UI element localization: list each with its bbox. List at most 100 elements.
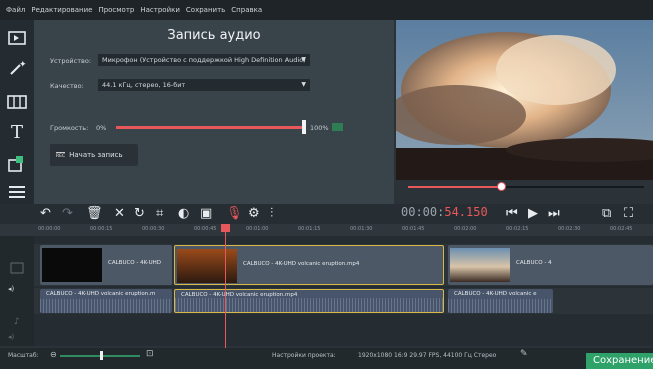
menu-edit[interactable]: Редактирование <box>31 6 92 14</box>
video-track-icon <box>10 262 24 274</box>
save-button[interactable]: Сохранение <box>586 353 653 369</box>
left-toolbar: ✦ T <box>0 20 34 204</box>
export-frame-icon[interactable]: ⧉ <box>602 206 611 221</box>
menu-view[interactable]: Просмотр <box>98 6 134 14</box>
ruler-tick: 00:02:30 <box>558 226 581 232</box>
video-preview <box>396 20 653 180</box>
ruler-tick: 00:01:30 <box>350 226 373 232</box>
chevron-down-icon: ▼ <box>301 81 306 88</box>
ruler-tick: 00:01:00 <box>246 226 269 232</box>
svg-text:✦: ✦ <box>19 60 26 70</box>
device-value: Микрофон (Устройство с поддержкой High D… <box>102 56 306 64</box>
fullscreen-icon[interactable]: ⛶ <box>624 206 633 221</box>
ruler-tick: 00:00:00 <box>38 226 61 232</box>
audio-clip-label: CALBUCO - 4K-UHD volcanic e <box>454 291 537 297</box>
magic-wand-icon[interactable]: ✦ <box>6 58 28 78</box>
color-adjust-icon[interactable]: ◐ <box>178 206 189 221</box>
seek-handle[interactable] <box>497 182 506 191</box>
audio-track[interactable]: CALBUCO - 4K-UHD volcanic eruption.m CAL… <box>34 288 653 314</box>
gear-icon[interactable]: ⚙ <box>248 206 260 221</box>
video-clip-selected[interactable]: CALBUCO - 4K-UHD volcanic eruption.mp4 <box>174 245 444 285</box>
edit-toolbar: ↶ ↷ 🗑 ✕ ↻ ⌗ ◐ ▣ 🎙 ⚙ ⫶ ⏮ ▶ ⏭ ⧉ ⛶ <box>0 204 653 224</box>
audio-waveform <box>40 299 172 313</box>
device-select[interactable]: Микрофон (Устройство с поддержкой High D… <box>98 54 310 66</box>
skip-back-icon[interactable]: ⏮ <box>506 206 518 221</box>
menu-bar: Файл Редактирование Просмотр Настройки С… <box>0 0 653 20</box>
device-label: Устройство: <box>50 57 92 65</box>
audio-clip-label: CALBUCO - 4K-UHD volcanic eruption.mp4 <box>181 292 298 298</box>
ruler-tick: 00:02:15 <box>506 226 529 232</box>
microphone-icon[interactable]: 🎙 <box>226 206 243 221</box>
audio-record-panel: Запись аудио Устройство: Микрофон (Устро… <box>34 20 394 204</box>
project-settings-value: 1920x1080 16:9 29.97 FPS, 44100 Гц Стере… <box>358 352 497 359</box>
chevron-down-icon: ▼ <box>301 56 306 63</box>
clip-label: CALBUCO - 4 <box>516 260 552 266</box>
stickers-icon[interactable] <box>6 153 28 173</box>
video-clip[interactable]: CALBUCO - 4K-UHD <box>40 245 172 285</box>
clip-thumbnail <box>450 248 510 282</box>
audio-clip-selected[interactable]: CALBUCO - 4K-UHD volcanic eruption.mp4 <box>174 289 444 313</box>
clip-label: CALBUCO - 4K-UHD <box>108 260 162 266</box>
start-recording-button[interactable]: REC Начать запись <box>50 144 138 166</box>
undo-icon[interactable]: ↶ <box>40 206 51 221</box>
start-recording-label: Начать запись <box>69 151 123 159</box>
volume-slider[interactable] <box>116 126 304 129</box>
video-volume-icon: ◂) <box>8 285 15 293</box>
transitions-icon[interactable] <box>6 92 28 112</box>
project-settings-label: Настройки проекта: <box>272 352 336 359</box>
audio-clip[interactable]: CALBUCO - 4K-UHD volcanic e <box>448 289 553 313</box>
seek-progress <box>408 186 500 188</box>
zoom-slider-handle[interactable] <box>100 351 103 360</box>
audio-waveform <box>448 299 553 313</box>
delete-icon[interactable]: 🗑 <box>86 206 103 221</box>
panel-title: Запись аудио <box>167 28 261 43</box>
video-track[interactable]: CALBUCO - 4K-UHD CALBUCO - 4K-UHD volcan… <box>34 244 653 286</box>
import-icon[interactable] <box>6 28 28 48</box>
track-headers: ◂) ♪ ◂) <box>0 236 34 346</box>
audio-clip-label: CALBUCO - 4K-UHD volcanic eruption.m <box>46 291 156 297</box>
rotate-icon[interactable]: ↻ <box>134 206 145 221</box>
equalizer-icon[interactable]: ⫶ <box>270 206 273 221</box>
ruler-tick: 00:00:45 <box>194 226 217 232</box>
zoom-label: Масштаб: <box>8 352 39 359</box>
audio-volume-icon: ◂) <box>8 333 15 341</box>
volume-max: 100% <box>310 124 329 132</box>
more-icon[interactable] <box>6 182 28 202</box>
menu-file[interactable]: Файл <box>6 6 25 14</box>
pencil-icon[interactable]: ✎ <box>520 349 528 359</box>
volume-slider-handle[interactable] <box>302 120 306 134</box>
timecode-ms: 54.150 <box>444 205 488 219</box>
music-track-icon: ♪ <box>14 317 20 327</box>
audio-clip[interactable]: CALBUCO - 4K-UHD volcanic eruption.m <box>40 289 172 313</box>
zoom-out-icon[interactable]: ⊖ <box>50 350 57 359</box>
cut-icon[interactable]: ✕ <box>114 206 125 221</box>
playback-seek-bar[interactable] <box>396 180 653 204</box>
clip-thumbnail <box>42 248 102 282</box>
quality-value: 44.1 кГц, стерео, 16-бит <box>102 81 186 89</box>
ruler-tick: 00:01:45 <box>402 226 425 232</box>
timeline-ruler[interactable]: 00:00:00 00:00:15 00:00:30 00:00:45 00:0… <box>0 224 653 236</box>
quality-label: Качество: <box>50 82 84 90</box>
volume-min: 0% <box>96 124 107 132</box>
skip-forward-icon[interactable]: ⏭ <box>548 206 560 221</box>
play-icon[interactable]: ▶ <box>528 206 538 221</box>
titles-icon[interactable]: T <box>6 122 28 143</box>
playhead[interactable] <box>225 224 226 348</box>
menu-help[interactable]: Справка <box>231 6 262 14</box>
timecode: 00:00:54.150 <box>401 205 488 219</box>
audio-waveform <box>175 298 443 312</box>
timecode-elapsed: 00:00: <box>401 205 445 219</box>
track-header-icons: ◂) ♪ ◂) <box>8 262 24 341</box>
rec-icon: REC <box>56 151 66 159</box>
ruler-tick: 00:00:15 <box>90 226 113 232</box>
image-icon[interactable]: ▣ <box>200 206 212 221</box>
clip-thumbnail <box>177 249 237 283</box>
menu-save[interactable]: Сохранить <box>186 6 225 14</box>
menu-settings[interactable]: Настройки <box>140 6 180 14</box>
redo-icon[interactable]: ↷ <box>62 206 73 221</box>
ruler-tick: 00:00:30 <box>142 226 165 232</box>
video-clip[interactable]: CALBUCO - 4 <box>448 245 653 285</box>
crop-icon[interactable]: ⌗ <box>156 206 163 221</box>
fit-timeline-icon[interactable]: ⊡ <box>146 349 154 359</box>
quality-select[interactable]: 44.1 кГц, стерео, 16-бит ▼ <box>98 79 310 91</box>
